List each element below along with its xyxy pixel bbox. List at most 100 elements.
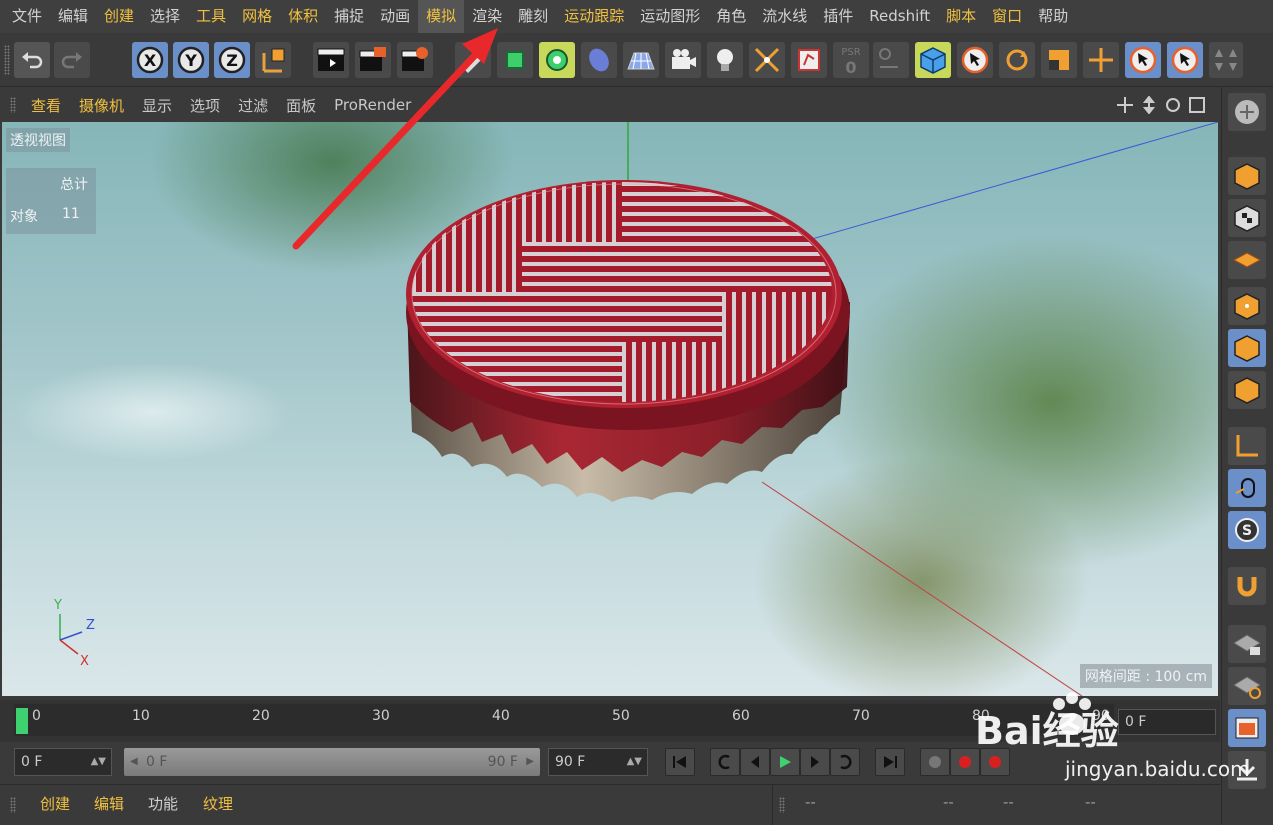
frame-range-slider[interactable]: ◀ 0 F 90 F ▶ (124, 748, 540, 776)
viewport-menu-panel[interactable]: 面板 (277, 95, 325, 116)
menu-plugins[interactable]: 插件 (815, 0, 861, 33)
render-settings-button[interactable] (397, 42, 433, 78)
viewport-menu-display[interactable]: 显示 (133, 95, 181, 116)
rect-select-button[interactable] (1167, 42, 1203, 78)
select-tool-button[interactable] (1125, 42, 1161, 78)
subdivision-button[interactable] (539, 42, 575, 78)
menu-mograph[interactable]: 运动图形 (632, 0, 708, 33)
model-mode-palette-button[interactable] (1228, 157, 1266, 195)
record-button[interactable] (920, 748, 950, 776)
panel-grip[interactable] (10, 797, 16, 813)
range-left-arrow-icon[interactable]: ◀ (130, 748, 138, 776)
menu-select[interactable]: 选择 (142, 0, 188, 33)
solo-button[interactable]: S (1228, 511, 1266, 549)
model-mode-button[interactable] (915, 42, 951, 78)
lock-workplane-button[interactable] (1228, 625, 1266, 663)
undo-button[interactable] (14, 42, 50, 78)
effector-button[interactable] (749, 42, 785, 78)
next-key-button[interactable] (830, 748, 860, 776)
perspective-viewport[interactable]: 透视视图 总计 对象 11 Y Z X 网格间距 : 100 cm (2, 122, 1218, 696)
viewport-menu-options[interactable]: 选项 (181, 95, 229, 116)
menu-simulate[interactable]: 模拟 (418, 0, 465, 33)
edge-mode-button[interactable] (1228, 329, 1266, 367)
menu-create[interactable]: 创建 (96, 0, 142, 33)
orbit-icon[interactable] (1164, 96, 1182, 114)
menu-pipeline[interactable]: 流水线 (754, 0, 815, 33)
menu-help[interactable]: 帮助 (1030, 0, 1076, 33)
axis-mode-button[interactable] (1228, 427, 1266, 465)
coord-field-2[interactable]: -- (943, 793, 954, 811)
snap-button[interactable] (873, 42, 909, 78)
menu-animate[interactable]: 动画 (372, 0, 418, 33)
z-axis-lock-button[interactable]: Z (214, 42, 250, 78)
end-frame-field[interactable]: 90 F ▲▼ (548, 748, 648, 776)
material-menu-function[interactable]: 功能 (148, 793, 178, 814)
scale-button[interactable] (1041, 42, 1077, 78)
current-frame-field[interactable]: 0 F ▲▼ (14, 748, 112, 776)
menu-mesh[interactable]: 网格 (234, 0, 280, 33)
play-button[interactable] (770, 748, 800, 776)
prev-frame-button[interactable] (740, 748, 770, 776)
pen-tool-button[interactable] (455, 42, 491, 78)
redo-button[interactable] (54, 42, 90, 78)
workplane-align-button[interactable] (1228, 667, 1266, 705)
menu-redshift[interactable]: Redshift (861, 0, 938, 33)
go-to-start-button[interactable] (665, 748, 695, 776)
zoom-icon[interactable] (1140, 95, 1158, 115)
camera-button[interactable] (665, 42, 701, 78)
cube-primitive-button[interactable] (497, 42, 533, 78)
maximize-icon[interactable] (1188, 96, 1206, 114)
coords-grip[interactable] (779, 797, 785, 813)
pan-icon[interactable] (1116, 96, 1134, 114)
coord-field-1[interactable]: -- (805, 793, 816, 811)
viewport-menu-view[interactable]: 查看 (22, 95, 70, 116)
viewport-menu-prorender[interactable]: ProRender (325, 96, 420, 114)
material-menu-edit[interactable]: 编辑 (94, 793, 124, 814)
point-mode-button[interactable] (1228, 287, 1266, 325)
render-view-button[interactable] (313, 42, 349, 78)
render-to-picture-viewer-button[interactable] (355, 42, 391, 78)
rotate-button[interactable] (999, 42, 1035, 78)
workplane-mode-button[interactable] (1228, 241, 1266, 279)
viewport-menu-camera[interactable]: 摄像机 (70, 95, 133, 116)
menu-sculpt[interactable]: 雕刻 (510, 0, 556, 33)
menu-character[interactable]: 角色 (708, 0, 754, 33)
snapping-button[interactable] (1228, 567, 1266, 605)
tweak-mode-button[interactable] (1228, 469, 1266, 507)
menu-volume[interactable]: 体积 (280, 0, 326, 33)
deformer-button[interactable] (581, 42, 617, 78)
tag-button[interactable] (791, 42, 827, 78)
viewport-grip[interactable] (10, 97, 16, 113)
timeline-ruler[interactable]: 0 10 20 30 40 50 60 70 80 90 (14, 704, 1114, 736)
menu-window[interactable]: 窗口 (984, 0, 1030, 33)
psr-button[interactable]: PSR 0 (833, 42, 869, 78)
material-menu-create[interactable]: 创建 (40, 793, 70, 814)
workplane-button[interactable] (1209, 42, 1243, 78)
menu-motion-tracking[interactable]: 运动跟踪 (556, 0, 632, 33)
menu-snap[interactable]: 捕捉 (326, 0, 372, 33)
floor-button[interactable] (623, 42, 659, 78)
polygon-mode-button[interactable] (1228, 371, 1266, 409)
move-button[interactable] (1083, 42, 1119, 78)
next-frame-button[interactable] (800, 748, 830, 776)
menu-script[interactable]: 脚本 (938, 0, 984, 33)
x-axis-lock-button[interactable]: X (132, 42, 168, 78)
prev-key-button[interactable] (710, 748, 740, 776)
y-axis-lock-button[interactable]: Y (173, 42, 209, 78)
material-menu-texture[interactable]: 纹理 (203, 793, 233, 814)
menu-tools[interactable]: 工具 (188, 0, 234, 33)
menu-file[interactable]: 文件 (4, 0, 50, 33)
viewport-menu-filter[interactable]: 过滤 (229, 95, 277, 116)
make-editable-button[interactable] (1228, 93, 1266, 131)
toolbar-grip[interactable] (4, 45, 10, 75)
playhead[interactable] (16, 708, 28, 734)
go-to-end-button[interactable] (875, 748, 905, 776)
menu-edit[interactable]: 编辑 (50, 0, 96, 33)
range-right-arrow-icon[interactable]: ▶ (526, 748, 534, 776)
light-button[interactable] (707, 42, 743, 78)
coordinate-system-button[interactable] (255, 42, 291, 78)
live-selection-button[interactable] (957, 42, 993, 78)
texture-mode-button[interactable] (1228, 199, 1266, 237)
menu-render[interactable]: 渲染 (464, 0, 510, 33)
render-region-button[interactable] (1228, 709, 1266, 747)
